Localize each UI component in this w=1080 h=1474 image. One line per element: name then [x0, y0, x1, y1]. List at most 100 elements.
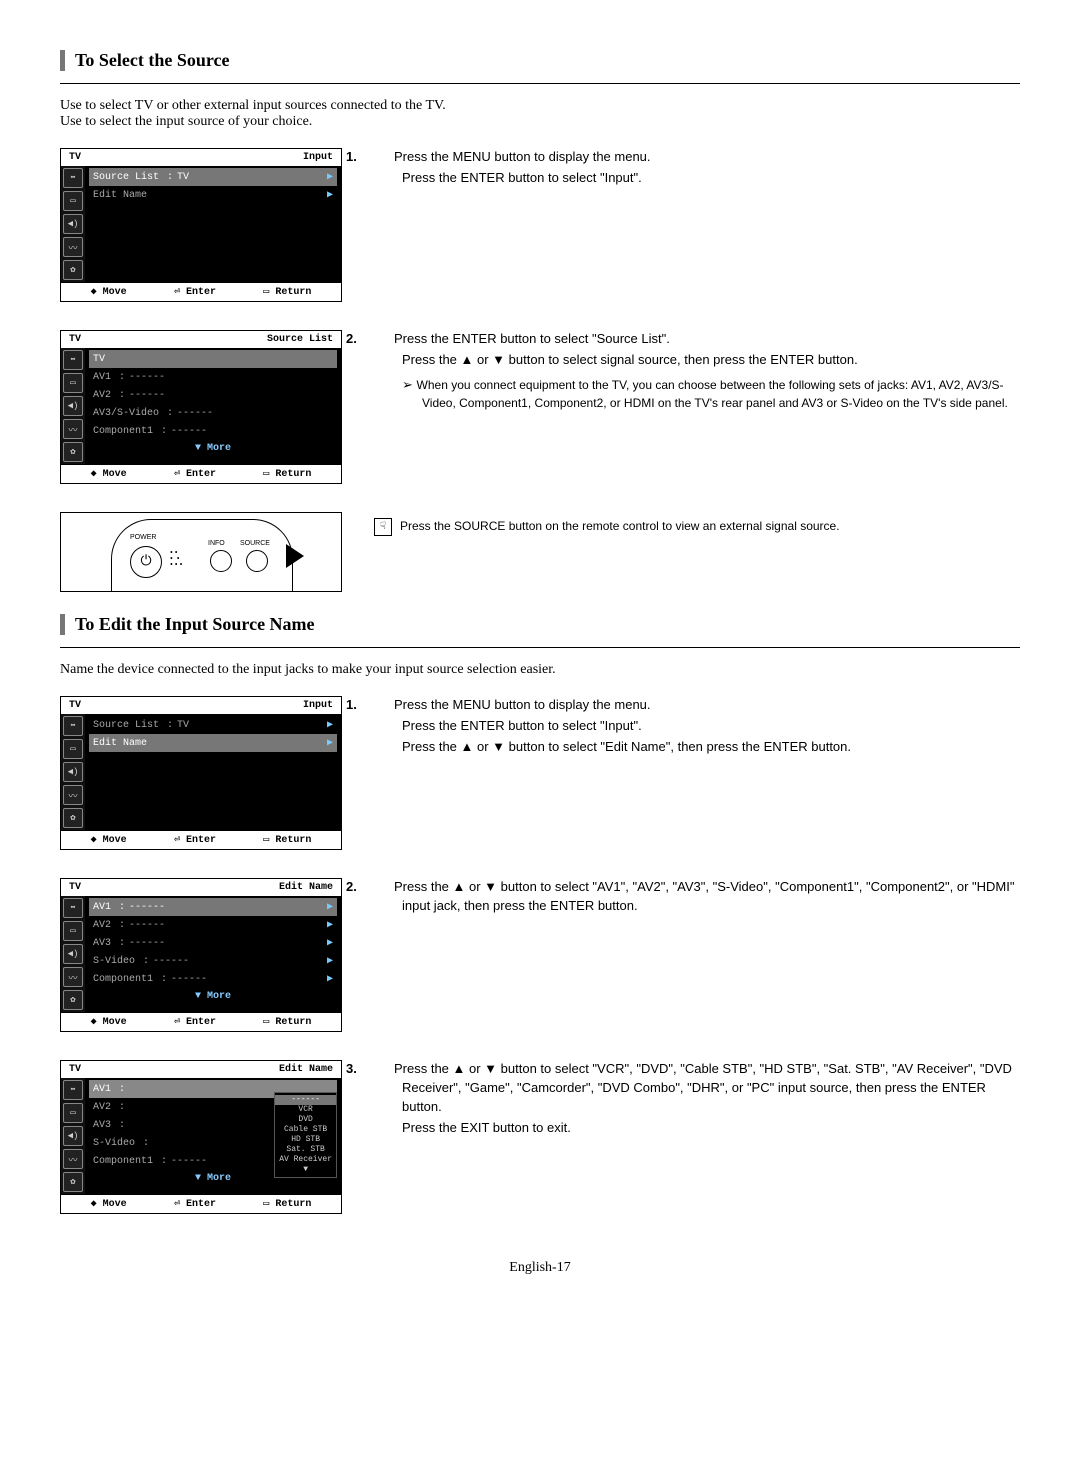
osd-sidebar-icons: ⬌ ▭ ◀) 〰 ✿: [61, 714, 85, 830]
step-text: Press the MENU button to display the men…: [394, 697, 651, 712]
popup-item[interactable]: VCR: [279, 1105, 332, 1115]
osd-popup-name-list[interactable]: ------ VCR DVD Cable STB HD STB Sat. STB…: [274, 1092, 337, 1178]
osd-header-left: TV: [69, 882, 81, 893]
row-label: S-Video: [93, 1138, 139, 1149]
setup-icon: ✿: [63, 442, 83, 462]
remote-label-info: INFO: [208, 540, 225, 547]
foot-move: Move: [103, 287, 127, 298]
osd-header-left: TV: [69, 1064, 81, 1075]
picture-icon: ▭: [63, 739, 83, 759]
osd-row-source-list[interactable]: Source List : TV ▶: [89, 716, 337, 734]
foot-enter: Enter: [186, 835, 216, 846]
input-icon: ⬌: [63, 350, 83, 370]
intro-line-2: Use to select the input source of your c…: [60, 114, 312, 129]
osd-row-component1[interactable]: Component1:------▶: [89, 970, 337, 988]
row-label: AV2: [93, 920, 115, 931]
osd-more[interactable]: ▼ More: [89, 988, 337, 1005]
step-text: Press the MENU button to display the men…: [394, 149, 651, 164]
row-label: AV3: [93, 938, 115, 949]
row-label: Edit Name: [93, 190, 151, 201]
page-number: English-17: [60, 1260, 1020, 1276]
foot-move: Move: [103, 835, 127, 846]
section-intro-2: Name the device connected to the input j…: [60, 662, 1020, 678]
row-label: AV3/S-Video: [93, 408, 163, 419]
picture-icon: ▭: [63, 191, 83, 211]
row-value: ------: [177, 408, 333, 419]
setup-icon: ✿: [63, 808, 83, 828]
osd-source-list: TV Source List ⬌ ▭ ◀) 〰 ✿ TV AV1:------: [60, 330, 342, 484]
osd-row-av1[interactable]: AV1:------▶: [89, 898, 337, 916]
popup-item[interactable]: DVD: [279, 1115, 332, 1125]
row-value: ------: [129, 902, 327, 913]
popup-more-icon[interactable]: ▼: [279, 1165, 332, 1175]
osd-more[interactable]: ▼ More: [89, 440, 337, 457]
popup-item[interactable]: Cable STB: [279, 1125, 332, 1135]
channel-icon: 〰: [63, 419, 83, 439]
osd-sidebar-icons: ⬌ ▭ ◀) 〰 ✿: [61, 1078, 85, 1194]
foot-move: Move: [103, 1017, 127, 1028]
osd-row-empty: [89, 204, 337, 222]
popup-item[interactable]: AV Receiver: [279, 1155, 332, 1165]
step-2b: Press the ▲ or ▼ button to select signal…: [374, 351, 1020, 370]
osd-edit-name-list: TV Edit Name ⬌ ▭ ◀) 〰 ✿ AV1:------▶ AV2:…: [60, 878, 342, 1032]
step-3b: Press the EXIT button to exit.: [374, 1119, 1020, 1138]
osd-input-edit: TV Input ⬌ ▭ ◀) 〰 ✿ Source List : TV ▶: [60, 696, 342, 850]
intro-line-1: Use to select TV or other external input…: [60, 98, 446, 113]
osd-row-source-list[interactable]: Source List : TV ▶: [89, 168, 337, 186]
osd-row-av3[interactable]: AV3:------▶: [89, 934, 337, 952]
divider: [60, 83, 1020, 84]
channel-icon: 〰: [63, 237, 83, 257]
tip-text: Press the SOURCE button on the remote co…: [400, 518, 840, 535]
osd-row-svideo[interactable]: S-Video:------▶: [89, 952, 337, 970]
popup-item[interactable]: ------: [275, 1095, 336, 1105]
osd-row-empty: [89, 788, 337, 806]
remote-diagram: POWER INFO SOURCE ⏻ • •• •• • •: [60, 512, 342, 592]
step-1: 1.Press the MENU button to display the m…: [374, 148, 1020, 167]
osd-row-empty: [89, 770, 337, 788]
osd-row-av2[interactable]: AV2:------▶: [89, 916, 337, 934]
row-label: AV2: [93, 390, 115, 401]
osd-edit-name-popup: TV Edit Name ⬌ ▭ ◀) 〰 ✿ AV1: AV2:: [60, 1060, 342, 1214]
step-1c: Press the ▲ or ▼ button to select "Edit …: [374, 738, 1020, 757]
row-label: Component1: [93, 974, 157, 985]
row-value: ------: [171, 974, 327, 985]
foot-return: Return: [275, 287, 311, 298]
osd-row-edit-name[interactable]: Edit Name ▶: [89, 186, 337, 204]
row-label: Source List: [93, 720, 163, 731]
foot-return: Return: [275, 1199, 311, 1210]
foot-enter: Enter: [186, 287, 216, 298]
popup-item[interactable]: HD STB: [279, 1135, 332, 1145]
step-1b: Press the ENTER button to select "Input"…: [374, 717, 1020, 736]
picture-icon: ▭: [63, 373, 83, 393]
osd-input-menu: TV Input ⬌ ▭ ◀) 〰 ✿ Source List : TV ▶: [60, 148, 342, 302]
osd-row-edit-name[interactable]: Edit Name ▶: [89, 734, 337, 752]
step-2-note: When you connect equipment to the TV, yo…: [374, 376, 1020, 412]
osd-footer: ◆ Move ⏎ Enter ▭ Return: [61, 1012, 341, 1031]
step-2: 2.Press the ENTER button to select "Sour…: [374, 330, 1020, 349]
remote-label-power: POWER: [130, 534, 156, 541]
foot-enter: Enter: [186, 1199, 216, 1210]
chevron-right-icon: ▶: [327, 171, 333, 183]
osd-row-component1[interactable]: Component1:------: [89, 422, 337, 440]
osd-header-right: Input: [303, 152, 333, 163]
row-value: ------: [153, 956, 327, 967]
foot-return: Return: [275, 469, 311, 480]
section-title-select-source: To Select the Source: [60, 50, 1020, 71]
row-label: AV1: [93, 372, 115, 383]
chevron-right-icon: ▶: [327, 737, 333, 749]
osd-footer: ◆ Move ⏎ Enter ▭ Return: [61, 282, 341, 301]
step-text: Press the ▲ or ▼ button to select "VCR",…: [394, 1061, 1012, 1114]
step-1: 1.Press the MENU button to display the m…: [374, 696, 1020, 715]
osd-row-tv[interactable]: TV: [89, 350, 337, 368]
setup-icon: ✿: [63, 1172, 83, 1192]
osd-row-av3svideo[interactable]: AV3/S-Video:------: [89, 404, 337, 422]
osd-row-av1[interactable]: AV1:------: [89, 368, 337, 386]
osd-row-av2[interactable]: AV2:------: [89, 386, 337, 404]
osd-row-empty: [89, 240, 337, 258]
popup-item[interactable]: Sat. STB: [279, 1145, 332, 1155]
osd-sidebar-icons: ⬌ ▭ ◀) 〰 ✿: [61, 896, 85, 1012]
sound-icon: ◀): [63, 1126, 83, 1146]
row-label: Component1: [93, 426, 157, 437]
sound-icon: ◀): [63, 762, 83, 782]
row-value: ------: [129, 390, 333, 401]
